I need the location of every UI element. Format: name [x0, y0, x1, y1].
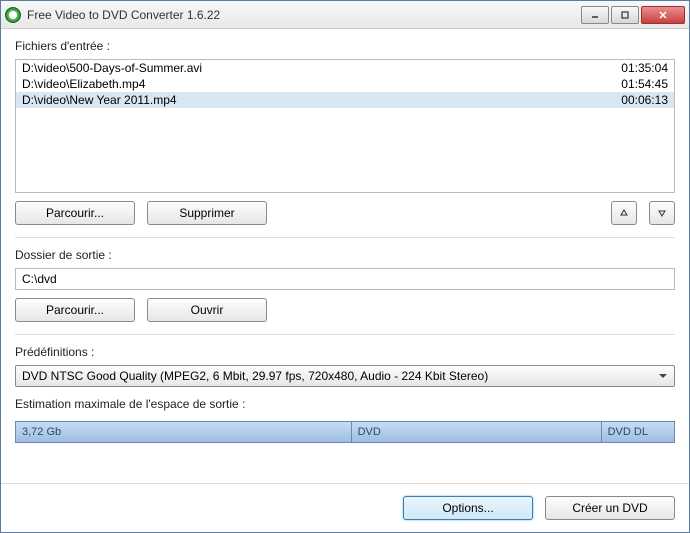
move-up-button[interactable]: [611, 201, 637, 225]
output-folder-label: Dossier de sortie :: [15, 248, 675, 262]
preset-dropdown[interactable]: DVD NTSC Good Quality (MPEG2, 6 Mbit, 29…: [15, 365, 675, 387]
app-icon: [5, 7, 21, 23]
file-row[interactable]: D:\video\Elizabeth.mp401:54:45: [16, 76, 674, 92]
space-bar: 3,72 Gb DVD DVD DL: [15, 421, 675, 443]
file-path: D:\video\Elizabeth.mp4: [22, 77, 588, 91]
minimize-button[interactable]: [581, 6, 609, 24]
window-controls: [581, 6, 685, 24]
open-output-button[interactable]: Ouvrir: [147, 298, 267, 322]
file-row[interactable]: D:\video\New Year 2011.mp400:06:13: [16, 92, 674, 108]
input-files-list[interactable]: D:\video\500-Days-of-Summer.avi01:35:04D…: [15, 59, 675, 193]
browse-output-button[interactable]: Parcourir...: [15, 298, 135, 322]
file-duration: 01:35:04: [588, 61, 668, 75]
footer: Options... Créer un DVD: [1, 483, 689, 532]
space-size-segment: 3,72 Gb: [16, 422, 352, 442]
titlebar: Free Video to DVD Converter 1.6.22: [1, 1, 689, 29]
content: Fichiers d'entrée : D:\video\500-Days-of…: [1, 29, 689, 483]
browse-input-button[interactable]: Parcourir...: [15, 201, 135, 225]
input-files-label: Fichiers d'entrée :: [15, 39, 675, 53]
presets-label: Prédéfinitions :: [15, 345, 675, 359]
remove-button[interactable]: Supprimer: [147, 201, 267, 225]
maximize-button[interactable]: [611, 6, 639, 24]
move-down-button[interactable]: [649, 201, 675, 225]
space-dvddl-segment: DVD DL: [602, 422, 674, 442]
window-title: Free Video to DVD Converter 1.6.22: [27, 8, 581, 22]
app-window: Free Video to DVD Converter 1.6.22 Fichi…: [0, 0, 690, 533]
file-path: D:\video\500-Days-of-Summer.avi: [22, 61, 588, 75]
divider: [15, 237, 675, 238]
options-button[interactable]: Options...: [403, 496, 533, 520]
file-duration: 00:06:13: [588, 93, 668, 107]
file-duration: 01:54:45: [588, 77, 668, 91]
file-row[interactable]: D:\video\500-Days-of-Summer.avi01:35:04: [16, 60, 674, 76]
file-path: D:\video\New Year 2011.mp4: [22, 93, 588, 107]
divider: [15, 334, 675, 335]
create-dvd-button[interactable]: Créer un DVD: [545, 496, 675, 520]
close-button[interactable]: [641, 6, 685, 24]
output-path-field[interactable]: C:\dvd: [15, 268, 675, 290]
space-estimate-label: Estimation maximale de l'espace de sorti…: [15, 397, 675, 411]
space-dvd-segment: DVD: [352, 422, 602, 442]
